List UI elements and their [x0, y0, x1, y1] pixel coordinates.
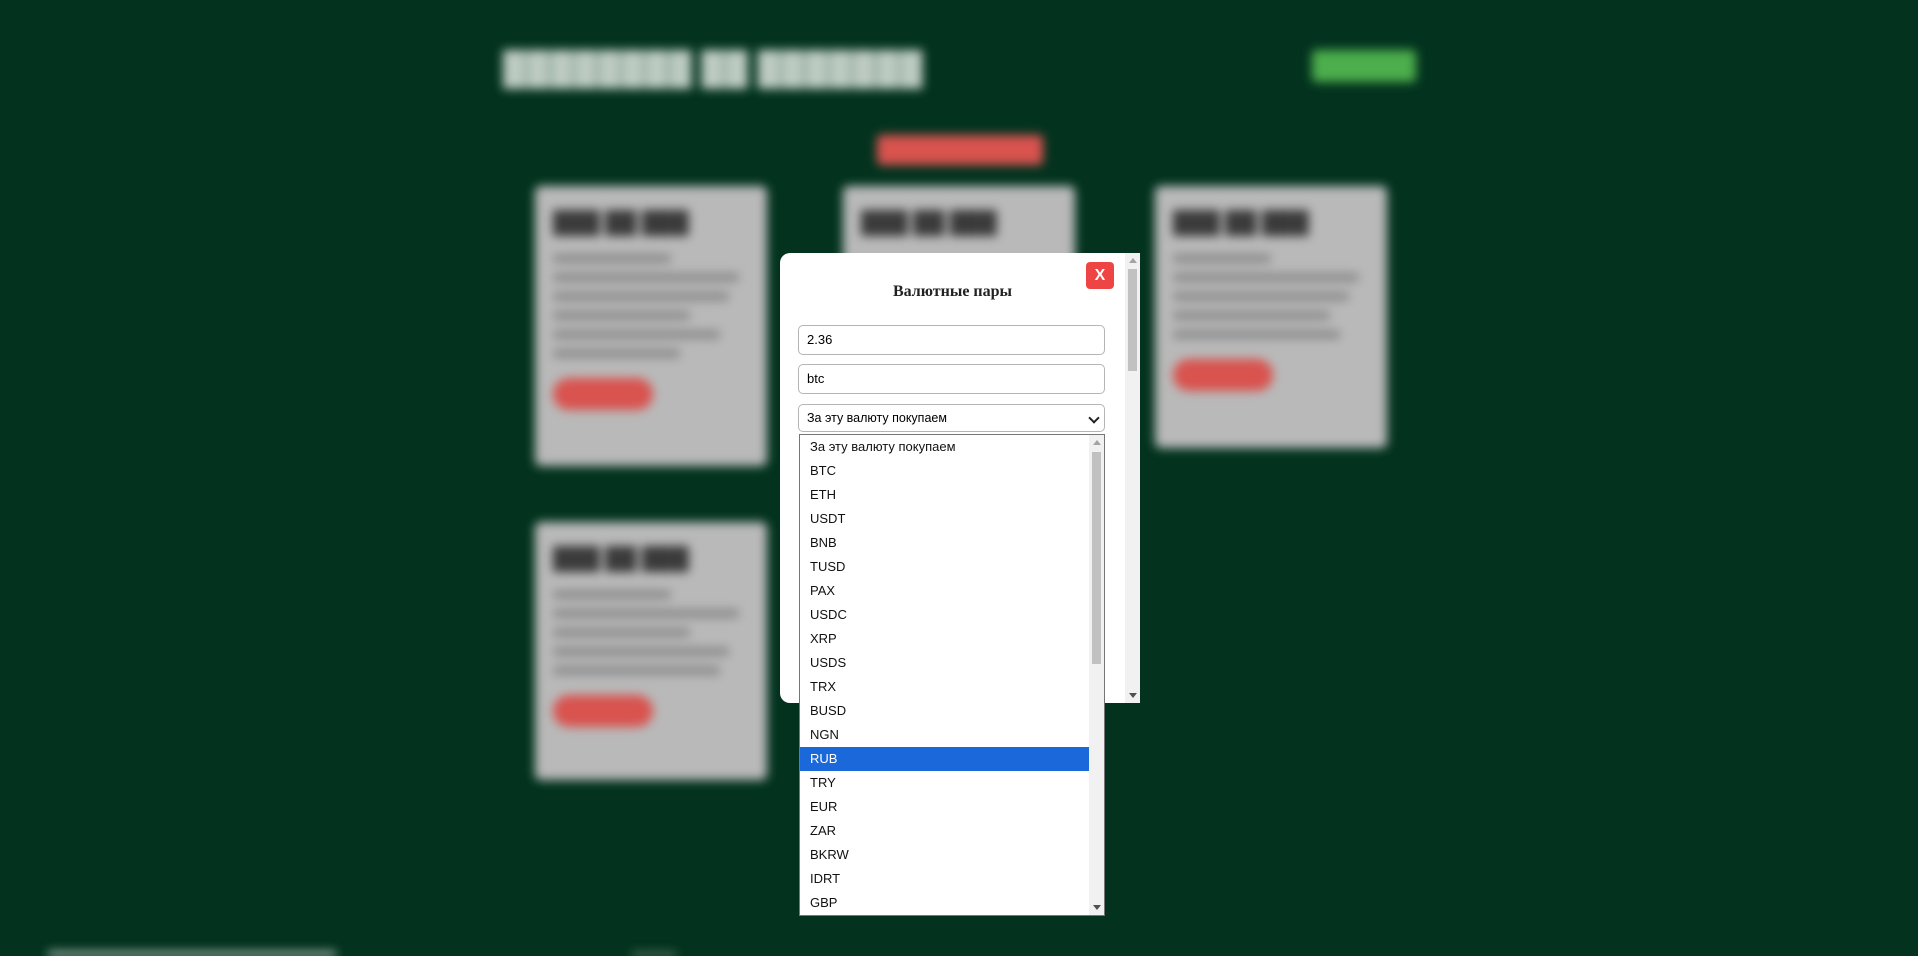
dropdown-option[interactable]: RUB — [800, 747, 1089, 771]
background-header-title: ████████ ██ ███████ — [503, 50, 924, 86]
dropdown-option[interactable]: USDC — [800, 603, 1089, 627]
background-card: ███ ██ ███ — [535, 186, 767, 466]
dropdown-option[interactable]: IDRT — [800, 867, 1089, 891]
amount-input[interactable]: 2.36 — [798, 325, 1105, 355]
dropdown-option[interactable]: NGN — [800, 723, 1089, 747]
background-green-button — [1312, 50, 1416, 82]
currency-dropdown-list[interactable]: За эту валюту покупаем BTC ETH USDT BNB TUSD P… — [799, 434, 1105, 916]
modal-scrollbar[interactable] — [1125, 253, 1140, 703]
modal-scrollbar-thumb[interactable] — [1128, 269, 1137, 371]
dropdown-option[interactable]: TRY — [800, 771, 1089, 795]
scroll-down-arrow-icon[interactable] — [1093, 905, 1101, 910]
dropdown-option[interactable]: BKRW — [800, 843, 1089, 867]
scroll-down-arrow-icon[interactable] — [1129, 693, 1137, 698]
scroll-up-arrow-icon[interactable] — [1093, 440, 1101, 445]
dropdown-option[interactable]: USDS — [800, 651, 1089, 675]
dropdown-option[interactable]: PAX — [800, 579, 1089, 603]
dropdown-scrollbar-thumb[interactable] — [1092, 452, 1101, 664]
scroll-up-arrow-icon[interactable] — [1129, 258, 1137, 263]
dropdown-option[interactable]: XRP — [800, 627, 1089, 651]
modal-title: Валютные пары — [892, 283, 1013, 300]
coin-input[interactable]: btc — [798, 364, 1105, 394]
background-card: ███ ██ ███ — [1155, 186, 1387, 448]
bottom-bar — [48, 952, 336, 956]
dropdown-option[interactable]: TUSD — [800, 555, 1089, 579]
dropdown-option[interactable]: ZAR — [800, 819, 1089, 843]
dropdown-scrollbar[interactable] — [1089, 435, 1104, 915]
dropdown-option[interactable]: ETH — [800, 483, 1089, 507]
chevron-down-icon — [1088, 412, 1100, 424]
background-card: ███ ██ ███ — [535, 522, 767, 780]
dropdown-option[interactable]: EUR — [800, 795, 1089, 819]
dropdown-option[interactable]: USDT — [800, 507, 1089, 531]
dropdown-option[interactable]: За эту валюту покупаем — [800, 435, 1089, 459]
buy-currency-select-value: За эту валюту покупаем — [807, 411, 947, 425]
dropdown-option[interactable]: GBP — [800, 891, 1089, 915]
dropdown-option[interactable]: BNB — [800, 531, 1089, 555]
dropdown-option[interactable]: BTC — [800, 459, 1089, 483]
background-red-button — [877, 135, 1043, 165]
dropdown-option[interactable]: TRX — [800, 675, 1089, 699]
dropdown-option[interactable]: BUSD — [800, 699, 1089, 723]
buy-currency-select[interactable]: За эту валюту покупаем — [798, 404, 1105, 432]
dropdown-options: За эту валюту покупаем BTC ETH USDT BNB TUSD P… — [800, 435, 1104, 915]
